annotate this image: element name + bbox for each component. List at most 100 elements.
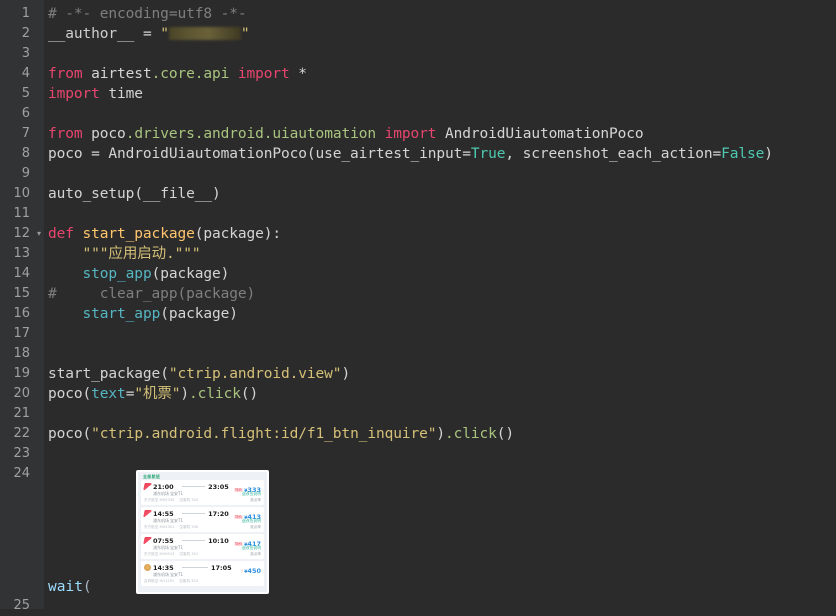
- arrive-time: 23:05: [208, 482, 229, 491]
- price-value: 450: [247, 567, 261, 575]
- code-content[interactable]: # -*- encoding=utf8 -*- __author__ = " " …: [44, 0, 836, 609]
- line-number-text: 12: [13, 226, 30, 241]
- flight-row[interactable]: 07:55 10:10 特价 ¥417 浦东机场 宝安T1 退改签说明 东方航空 …: [141, 534, 264, 559]
- keyword-from: from: [48, 66, 83, 82]
- line-number: 17: [13, 326, 30, 341]
- import-star: *: [289, 66, 307, 82]
- flight-duration-line: [182, 486, 206, 487]
- flight-row[interactable]: 14:35 17:05 ¥450 浦东机场 宝安T1 吉祥航空 HO1251 空…: [141, 561, 264, 586]
- line-number: 3: [21, 46, 30, 61]
- arrive-time: 10:10: [208, 536, 229, 545]
- quote-close: ": [240, 26, 250, 42]
- depart-time: 21:00: [153, 482, 174, 491]
- module-uiautomation: .uiautomation: [263, 126, 385, 142]
- airline-logo-icon: [143, 537, 152, 544]
- flight-row-details: 东方航空 MU5335 空客机 320 准点率: [144, 497, 261, 503]
- code-line-14: stop_app(package): [44, 264, 836, 284]
- line-number: 22: [13, 426, 30, 441]
- code-line-22: poco("ctrip.android.flight:id/f1_btn_inq…: [44, 424, 836, 444]
- code-line-20: poco(text="机票").click(): [44, 384, 836, 404]
- flight-row-times: 21:00 23:05 特价 ¥333: [143, 482, 261, 494]
- open-paren: (: [82, 426, 92, 442]
- open-paren: (: [82, 579, 92, 595]
- stop-app-args: (package): [151, 266, 230, 282]
- code-line-5: import time: [44, 84, 836, 104]
- flight-row[interactable]: 14:55 17:20 特价 ¥413 浦东机场 宝安T1 退改签说明 东方航空 …: [141, 507, 264, 532]
- call-poco: poco: [48, 386, 83, 402]
- line-number-folded: 12 ▾: [0, 224, 44, 244]
- flight-duration-line: [182, 513, 206, 514]
- price-tag: [241, 569, 244, 573]
- code-line-15: # clear_app(package): [44, 284, 836, 304]
- on-time-rate: 准点率: [250, 552, 261, 556]
- aircraft-type: 空客机 330: [179, 525, 199, 529]
- code-line-25-blank: [44, 596, 836, 609]
- flight-row-times: 14:55 17:20 特价 ¥413: [143, 509, 261, 521]
- code-line-21-blank: [44, 404, 836, 424]
- poco-assignment-3: ): [764, 146, 773, 162]
- flight-row[interactable]: 21:00 23:05 特价 ¥333 浦东机场 宝安T1 退改签说明 东方航空 …: [141, 480, 264, 505]
- bool-true: True: [470, 146, 506, 162]
- empty-parens: (): [496, 426, 515, 442]
- line-number: 1: [21, 6, 30, 21]
- price-block: ¥450: [237, 558, 261, 577]
- module-airtest: airtest: [82, 66, 152, 82]
- string-ctrip-view: "ctrip.android.view": [168, 366, 342, 382]
- line-number: 13: [13, 246, 30, 261]
- function-params: (package):: [194, 226, 282, 242]
- arrive-time: 17:05: [211, 563, 232, 572]
- line-number-image-line: 24: [13, 466, 30, 481]
- flight-row-details: 吉祥航空 HO1251 空客机 320: [144, 578, 261, 584]
- line-number: 9: [21, 166, 30, 181]
- airline-and-flight-number: 东方航空 MU5301: [144, 525, 175, 529]
- aircraft-type: 空客机 320: [179, 579, 198, 583]
- on-time-rate: 准点率: [250, 525, 261, 529]
- comment-clear-app: # clear_app(package): [48, 286, 256, 302]
- assign-operator: =: [134, 26, 161, 42]
- flight-duration-line: [182, 540, 206, 541]
- keyword-import: import: [384, 126, 437, 142]
- code-line-17-blank: [44, 324, 836, 344]
- code-line-10: auto_setup(__file__): [44, 184, 836, 204]
- module-android: .android: [194, 126, 264, 142]
- call-start-package: start_package: [48, 366, 161, 382]
- aircraft-type: 空客机 321: [179, 552, 199, 556]
- airline-and-flight-number: 东方航空 MU5335: [144, 498, 175, 502]
- open-paren: (: [82, 386, 92, 402]
- poco-assignment: poco = AndroidUiautomationPoco(use_airte…: [48, 146, 471, 162]
- airline-logo-icon: [143, 483, 152, 490]
- close-paren: ): [341, 366, 351, 382]
- keyword-import: import: [237, 66, 290, 82]
- call-poco: poco: [48, 426, 83, 442]
- open-paren: (: [160, 366, 169, 382]
- code-line-23-blank: [44, 444, 836, 464]
- flight-row-details: 东方航空 MU9513 空客机 321 准点率: [144, 551, 261, 557]
- line-number: 19: [13, 366, 30, 381]
- author-variable: __author__: [48, 26, 135, 42]
- inline-image-flight-list[interactable]: 全部航班 21:00 23:05 特价¥333 浦东机场 宝安T1 退改签说明: [136, 470, 269, 594]
- call-wait: wait: [48, 579, 83, 595]
- code-editor[interactable]: 1 2 3 4 5 6 7 8 9 10 11 12 ▾ 13 14 15 16…: [0, 0, 836, 613]
- comment-encoding: # -*- encoding=utf8 -*-: [48, 6, 247, 22]
- call-start-app: start_app: [82, 306, 161, 322]
- flight-row-times: 07:55 10:10 特价 ¥417: [143, 536, 261, 548]
- code-line-9-blank: [44, 164, 836, 184]
- quote-open: ": [160, 26, 169, 42]
- module-time: time: [99, 86, 143, 102]
- depart-time: 14:55: [153, 509, 174, 518]
- airline-logo-icon: [143, 510, 152, 517]
- auto-setup-args: (__file__): [134, 186, 221, 202]
- code-line-12: def start_package(package):: [44, 224, 836, 244]
- line-number-gutter[interactable]: 1 2 3 4 5 6 7 8 9 10 11 12 ▾ 13 14 15 16…: [0, 0, 44, 613]
- code-line-4: from airtest.core.api import *: [44, 64, 836, 84]
- close-paren: ): [180, 386, 190, 402]
- depart-time: 07:55: [153, 536, 174, 545]
- code-line-6-blank: [44, 104, 836, 124]
- on-time-rate: 准点率: [250, 498, 261, 502]
- keyword-def: def: [48, 226, 74, 242]
- line-number: 23: [13, 446, 30, 461]
- code-fold-arrow-icon[interactable]: ▾: [37, 224, 41, 244]
- class-androiduiautomationpoco: AndroidUiautomationPoco: [436, 126, 644, 142]
- line-number: 20: [13, 386, 30, 401]
- keyword-import: import: [48, 86, 100, 102]
